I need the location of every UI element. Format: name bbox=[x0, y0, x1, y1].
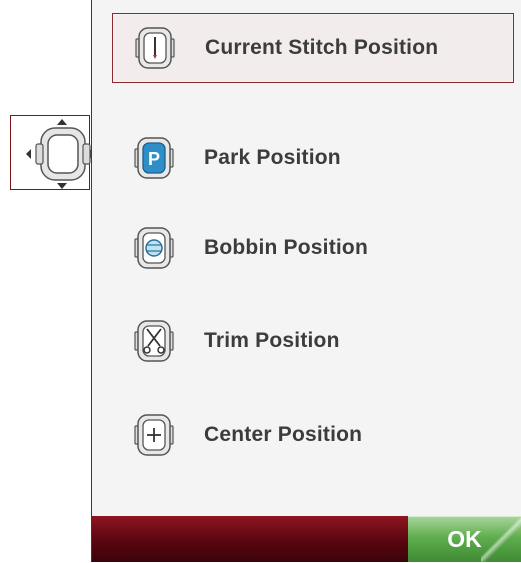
bobbin-icon bbox=[134, 227, 174, 269]
ok-button-label: OK bbox=[447, 526, 482, 552]
menu-item-trim-position[interactable]: Trim Position bbox=[112, 306, 514, 376]
hoop-move-arrows-icon bbox=[26, 119, 91, 189]
ok-button[interactable]: OK bbox=[408, 516, 521, 563]
menu-item-current-stitch-position[interactable]: Current Stitch Position bbox=[112, 13, 514, 83]
menu-item-label: Trim Position bbox=[204, 329, 340, 352]
menu-item-label: Bobbin Position bbox=[204, 236, 368, 259]
ok-button-shine bbox=[481, 517, 521, 563]
menu-item-center-position[interactable]: Center Position bbox=[112, 400, 514, 470]
menu-item-bobbin-position[interactable]: Bobbin Position bbox=[112, 213, 514, 283]
needle-hoop-icon bbox=[135, 27, 175, 69]
park-p-icon: P bbox=[134, 137, 174, 179]
center-plus-icon bbox=[134, 414, 174, 456]
menu-item-label: Park Position bbox=[204, 146, 341, 169]
hoop-position-panel: Current Stitch Position P Park Position bbox=[91, 0, 521, 563]
menu-item-park-position[interactable]: P Park Position bbox=[112, 123, 514, 193]
menu-item-label: Center Position bbox=[204, 423, 363, 446]
menu-item-label: Current Stitch Position bbox=[205, 36, 439, 59]
scissors-icon bbox=[134, 320, 174, 362]
hoop-move-button[interactable] bbox=[10, 115, 91, 190]
svg-text:P: P bbox=[148, 149, 160, 169]
